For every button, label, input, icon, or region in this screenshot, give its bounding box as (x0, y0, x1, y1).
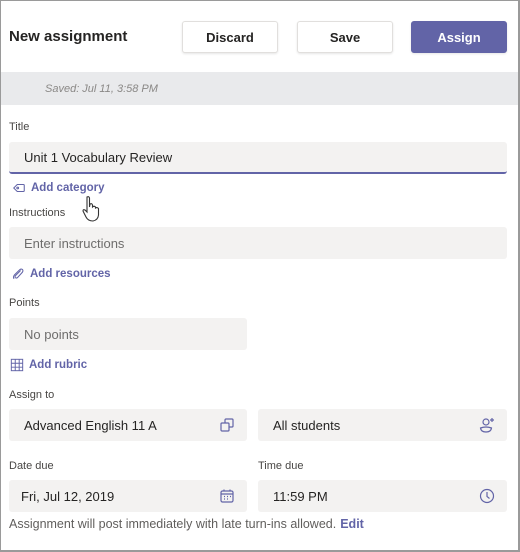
assign-button[interactable]: Assign (411, 21, 507, 53)
date-due-label: Date due (9, 460, 54, 472)
copy-icon (220, 418, 234, 432)
page-title: New assignment (9, 28, 128, 45)
add-category-link[interactable]: Add category (12, 181, 105, 195)
add-person-icon (479, 418, 494, 433)
time-due-value: 11:59 PM (273, 488, 328, 504)
date-due-value: Fri, Jul 12, 2019 (21, 488, 115, 504)
students-select[interactable]: All students (258, 409, 507, 441)
grid-icon (10, 358, 24, 372)
add-resources-link[interactable]: Add resources (11, 267, 111, 281)
edit-link[interactable]: Edit (340, 517, 364, 531)
students-value: All students (273, 417, 341, 433)
points-input[interactable]: No points (9, 318, 247, 350)
points-label: Points (9, 297, 40, 309)
save-button[interactable]: Save (297, 21, 393, 53)
instructions-input[interactable]: Enter instructions (9, 227, 507, 259)
class-value: Advanced English 11 A (24, 417, 157, 433)
clock-icon (479, 488, 495, 504)
add-rubric-label: Add rubric (29, 359, 88, 371)
discard-button[interactable]: Discard (182, 21, 278, 53)
tag-icon (13, 183, 25, 193)
points-value: No points (24, 326, 79, 342)
add-rubric-link[interactable]: Add rubric (10, 358, 87, 372)
add-resources-label: Add resources (30, 268, 111, 280)
title-input[interactable]: Unit 1 Vocabulary Review (9, 142, 507, 174)
time-due-input[interactable]: 11:59 PM (258, 480, 507, 512)
title-input-value: Unit 1 Vocabulary Review (24, 149, 173, 165)
assignment-note: Assignment will post immediately with la… (9, 517, 364, 531)
note-text: Assignment will post immediately with la… (9, 517, 337, 531)
saved-status-text: Saved: Jul 11, 3:58 PM (45, 83, 158, 95)
date-due-input[interactable]: Fri, Jul 12, 2019 (9, 480, 247, 512)
assign-to-label: Assign to (9, 389, 55, 401)
instructions-label: Instructions (9, 207, 66, 219)
hand-cursor-icon (82, 196, 100, 222)
add-category-label: Add category (31, 182, 105, 194)
paperclip-icon (12, 268, 24, 280)
class-select[interactable]: Advanced English 11 A (9, 409, 247, 441)
calendar-icon (220, 489, 234, 503)
time-due-label: Time due (258, 460, 304, 472)
title-label: Title (9, 121, 30, 133)
instructions-placeholder: Enter instructions (24, 235, 125, 251)
